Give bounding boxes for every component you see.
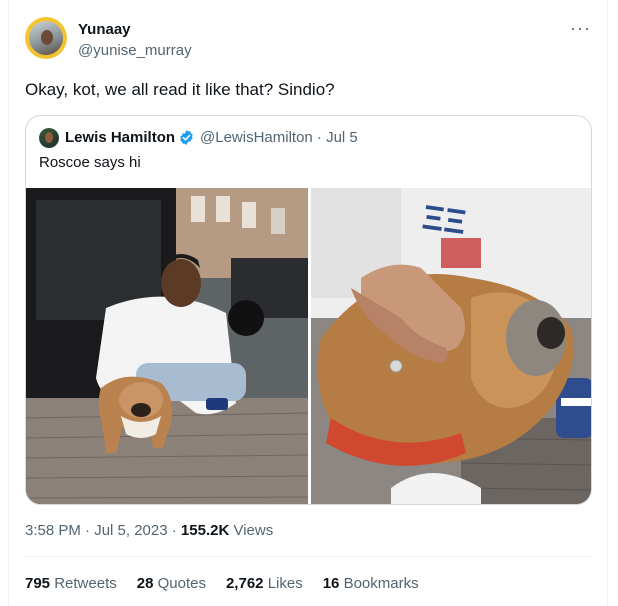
divider <box>25 556 592 557</box>
verified-badge-icon <box>180 130 193 145</box>
stat-retweets[interactable]: 795 Retweets <box>25 575 117 592</box>
more-icon[interactable]: ··· <box>570 18 591 39</box>
stat-likes[interactable]: 2,762 Likes <box>226 575 303 592</box>
stat-quotes[interactable]: 28 Quotes <box>137 575 206 592</box>
author-avatar[interactable] <box>25 17 67 59</box>
quote-media: ΞΞ <box>26 188 591 504</box>
quote-text: Roscoe says hi <box>39 154 141 171</box>
tweet-text: Okay, kot, we all read it like that? Sin… <box>25 80 335 99</box>
photo-man-with-bulldog[interactable] <box>26 188 308 504</box>
views-label: Views <box>229 522 274 539</box>
avatar-photo <box>29 21 63 55</box>
photo-hands-petting-bulldog[interactable]: ΞΞ <box>311 188 591 504</box>
author-name[interactable]: Yunaay <box>78 21 131 38</box>
author-handle[interactable]: @yunise_murray <box>78 42 192 59</box>
svg-text:ΞΞ: ΞΞ <box>420 198 469 242</box>
views-count: 155.2K <box>180 522 230 539</box>
quote-author-avatar <box>39 128 59 148</box>
quoted-tweet[interactable]: Lewis Hamilton @LewisHamilton · Jul 5 Ro… <box>25 115 592 505</box>
engagement-stats: 795 Retweets 28 Quotes 2,762 Likes 16 Bo… <box>25 575 419 592</box>
quote-handle-date: @LewisHamilton · Jul 5 <box>200 129 358 146</box>
quote-author-name: Lewis Hamilton <box>65 129 176 146</box>
tweet-meta: 3:58 PM · Jul 5, 2023 · 155.2K Views <box>25 522 273 539</box>
stat-bookmarks[interactable]: 16 Bookmarks <box>323 575 419 592</box>
tweet-timestamp[interactable]: 3:58 PM · Jul 5, 2023 · <box>25 522 181 539</box>
